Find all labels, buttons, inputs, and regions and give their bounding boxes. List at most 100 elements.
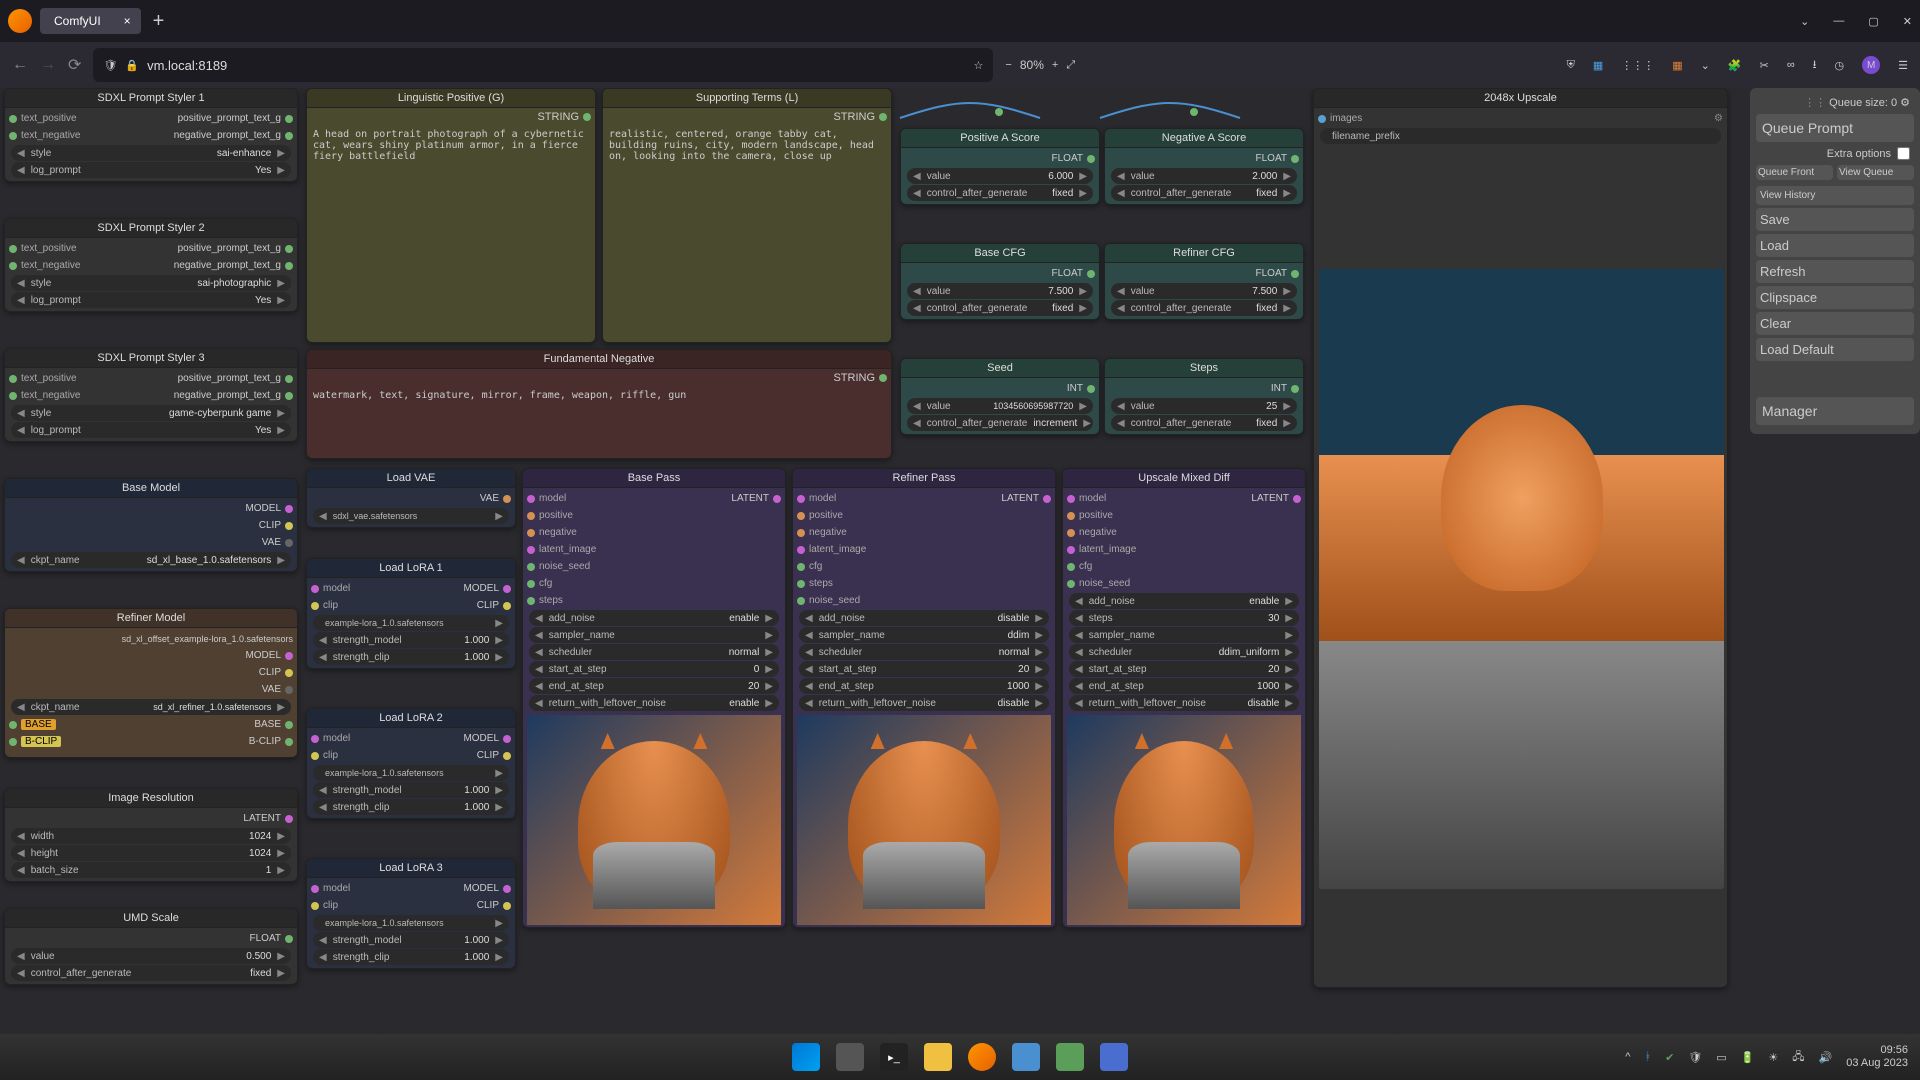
ext-icon[interactable]: ∞ [1787, 59, 1795, 71]
node-2048x-upscale[interactable]: 2048x Upscale images⚙ filename_prefix [1313, 88, 1728, 988]
node-refiner-cfg[interactable]: Refiner CFG FLOAT ◀value7.500▶ ◀control_… [1104, 243, 1304, 320]
brightness-icon[interactable]: ☀ [1768, 1051, 1778, 1064]
zoom-out-button[interactable]: − [1005, 59, 1011, 71]
value-input[interactable]: ◀value0.500▶ [11, 948, 291, 964]
height-input[interactable]: ◀height1024▶ [11, 845, 291, 861]
node-image-resolution[interactable]: Image Resolution LATENT ◀width1024▶ ◀hei… [4, 788, 298, 882]
load-button[interactable]: Load [1756, 234, 1914, 257]
app-icon[interactable] [1100, 1043, 1128, 1071]
network-icon[interactable]: 🖧 [1792, 1048, 1804, 1067]
tab-close-icon[interactable]: × [124, 14, 131, 28]
app-icon[interactable] [1056, 1043, 1084, 1071]
node-upscale-mixed-diff[interactable]: Upscale Mixed Diff modelLATENT positive … [1062, 468, 1306, 928]
bluetooth-icon[interactable]: ᚼ [1644, 1051, 1651, 1063]
tray-chevron-icon[interactable]: ^ [1625, 1051, 1630, 1063]
terminal-icon[interactable]: ▸_ [880, 1043, 908, 1071]
menu-icon[interactable]: ☰ [1898, 59, 1908, 72]
vae-selector[interactable]: ◀sdxl_vae.safetensors▶ [313, 508, 509, 524]
node-base-cfg[interactable]: Base CFG FLOAT ◀value7.500▶ ◀control_aft… [900, 243, 1100, 320]
pocket-icon[interactable]: ⌄ [1701, 59, 1710, 72]
minimize-icon[interactable]: — [1833, 15, 1844, 27]
prompt-textarea[interactable] [307, 125, 595, 343]
task-view-icon[interactable] [836, 1043, 864, 1071]
node-refiner-model[interactable]: Refiner Model sd_xl_offset_example-lora_… [4, 608, 298, 758]
ext-icon[interactable]: ▦ [1593, 59, 1603, 72]
control-after-gen[interactable]: ◀control_after_generatefixed▶ [11, 965, 291, 981]
forward-button[interactable]: → [40, 56, 56, 74]
prompt-textarea[interactable] [603, 125, 891, 343]
lock-icon[interactable]: 🔒 [125, 59, 139, 72]
tray-icon[interactable]: 🛡 [1688, 1051, 1702, 1064]
ext-icon[interactable]: ▦ [1672, 59, 1682, 72]
node-steps[interactable]: Steps INT ◀value25▶ ◀control_after_gener… [1104, 358, 1304, 435]
system-clock[interactable]: 09:56 03 Aug 2023 [1846, 1044, 1908, 1070]
maximize-icon[interactable]: ▢ [1868, 15, 1878, 28]
node-load-lora-1[interactable]: Load LoRA 1 modelMODEL clipCLIP example-… [306, 558, 516, 669]
node-linguistic-positive[interactable]: Linguistic Positive (G) STRING [306, 88, 596, 343]
history-icon[interactable]: ◷ [1835, 59, 1845, 72]
view-queue-button[interactable]: View Queue [1837, 165, 1914, 180]
volume-icon[interactable]: 🔊 [1819, 1051, 1833, 1064]
browser-tab[interactable]: ComfyUI × [40, 8, 141, 34]
ckpt-selector[interactable]: ◀ckpt_namesd_xl_base_1.0.safetensors▶ [11, 552, 291, 568]
file-explorer-icon[interactable] [924, 1043, 952, 1071]
style-selector[interactable]: ◀stylegame-cyberpunk game▶ [11, 405, 291, 421]
clear-button[interactable]: Clear [1756, 312, 1914, 335]
shield-icon[interactable]: 🛡 [103, 59, 117, 72]
filename-prefix-input[interactable]: filename_prefix [1320, 128, 1721, 144]
bookmark-star-icon[interactable]: ☆ [974, 59, 984, 72]
width-input[interactable]: ◀width1024▶ [11, 828, 291, 844]
node-sdxl-prompt-styler-3[interactable]: SDXL Prompt Styler 3 text_positivepositi… [4, 348, 298, 442]
ext-icon[interactable]: ✂ [1760, 59, 1769, 72]
node-umd-scale[interactable]: UMD Scale FLOAT ◀value0.500▶ ◀control_af… [4, 908, 298, 985]
node-sdxl-prompt-styler-2[interactable]: SDXL Prompt Styler 2 text_positivepositi… [4, 218, 298, 312]
ext-icon[interactable]: ⛨ [1567, 59, 1575, 72]
tray-icon[interactable]: ▭ [1716, 1051, 1726, 1064]
reload-button[interactable]: ⟳ [68, 55, 81, 75]
node-refiner-pass[interactable]: Refiner Pass modelLATENT positive negati… [792, 468, 1056, 928]
batch-size-input[interactable]: ◀batch_size1▶ [11, 862, 291, 878]
gear-icon[interactable]: ⚙ [1714, 113, 1723, 124]
queue-front-button[interactable]: Queue Front [1756, 165, 1833, 180]
back-button[interactable]: ← [12, 56, 28, 74]
log-prompt-selector[interactable]: ◀log_promptYes▶ [11, 422, 291, 438]
fullscreen-icon[interactable]: ⤢ [1066, 59, 1075, 72]
ckpt-selector[interactable]: ◀ckpt_namesd_xl_refiner_1.0.safetensors▶ [11, 699, 291, 715]
log-prompt-selector[interactable]: ◀log_promptYes▶ [11, 292, 291, 308]
calculator-icon[interactable] [1012, 1043, 1040, 1071]
refresh-button[interactable]: Refresh [1756, 260, 1914, 283]
view-history-button[interactable]: View History [1756, 186, 1914, 205]
comfyui-canvas[interactable]: SDXL Prompt Styler 1 text_positivepositi… [0, 88, 1920, 1038]
new-tab-button[interactable]: + [153, 10, 165, 33]
save-button[interactable]: Save [1756, 208, 1914, 231]
node-load-vae[interactable]: Load VAE VAE ◀sdxl_vae.safetensors▶ [306, 468, 516, 528]
queue-prompt-button[interactable]: Queue Prompt [1756, 114, 1914, 142]
log-prompt-selector[interactable]: ◀log_promptYes▶ [11, 162, 291, 178]
node-fundamental-negative[interactable]: Fundamental Negative STRING [306, 349, 892, 459]
style-selector[interactable]: ◀stylesai-enhance▶ [11, 145, 291, 161]
node-seed[interactable]: Seed INT ◀value1034560695987720▶ ◀contro… [900, 358, 1100, 435]
account-icon[interactable]: M [1862, 56, 1880, 74]
ext-icon[interactable]: ⋮⋮⋮ [1621, 59, 1654, 72]
node-negative-a-score[interactable]: Negative A Score FLOAT ◀value2.000▶ ◀con… [1104, 128, 1304, 205]
gear-icon[interactable]: ⚙ [1900, 97, 1910, 109]
extensions-icon[interactable]: 🧩 [1728, 59, 1742, 72]
node-supporting-terms[interactable]: Supporting Terms (L) STRING [602, 88, 892, 343]
load-default-button[interactable]: Load Default [1756, 338, 1914, 361]
url-bar[interactable]: 🛡 🔒 vm.local:8189 ☆ [93, 48, 993, 82]
clipspace-button[interactable]: Clipspace [1756, 286, 1914, 309]
node-load-lora-3[interactable]: Load LoRA 3 modelMODEL clipCLIP example-… [306, 858, 516, 969]
tray-icon[interactable]: ✔ [1665, 1051, 1674, 1064]
start-button[interactable] [792, 1043, 820, 1071]
style-selector[interactable]: ◀stylesai-photographic▶ [11, 275, 291, 291]
downloads-icon[interactable]: ⭳ [1813, 56, 1817, 75]
tabs-dropdown-icon[interactable]: ⌄ [1800, 15, 1809, 28]
node-base-pass[interactable]: Base Pass modelLATENT positive negative … [522, 468, 786, 928]
battery-icon[interactable]: 🔋 [1741, 1051, 1755, 1064]
prompt-textarea[interactable] [307, 386, 891, 459]
zoom-in-button[interactable]: + [1052, 59, 1058, 71]
manager-button[interactable]: Manager [1756, 397, 1914, 425]
node-load-lora-2[interactable]: Load LoRA 2 modelMODEL clipCLIP example-… [306, 708, 516, 819]
close-window-icon[interactable]: ✕ [1903, 15, 1912, 28]
node-positive-a-score[interactable]: Positive A Score FLOAT ◀value6.000▶ ◀con… [900, 128, 1100, 205]
